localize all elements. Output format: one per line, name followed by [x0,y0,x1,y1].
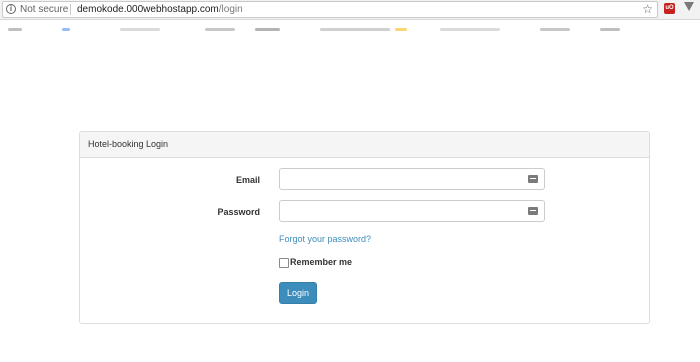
url-text[interactable]: demokode.000webhostapp.com/login [77,3,243,16]
bookmark-blur [440,28,500,31]
key-icon[interactable] [528,175,538,183]
panel-heading: Hotel-booking Login [80,132,649,158]
forgot-password-link[interactable]: Forgot your password? [279,234,371,244]
bookmarks-bar [0,20,700,42]
login-panel: Hotel-booking Login Email Password Forgo… [79,131,650,324]
password-field[interactable] [279,200,545,222]
bookmark-blur [62,28,70,31]
url-host: demokode.000webhostapp.com [77,4,219,15]
remember-label[interactable]: Remember me [290,257,352,267]
browser-address-bar: i Not secure demokode.000webhostapp.com/… [0,0,700,20]
security-label[interactable]: Not secure [20,3,68,16]
omnibox-divider [70,4,71,15]
ublock-extension-icon[interactable]: uO [664,3,675,14]
info-icon[interactable]: i [6,4,16,14]
star-icon[interactable]: ☆ [642,2,653,17]
bookmark-blur [255,28,280,31]
bookmark-blur [120,28,160,31]
bookmark-blur [540,28,570,31]
email-field[interactable] [279,168,545,190]
email-label: Email [235,175,260,185]
key-icon[interactable] [528,207,538,215]
omnibox[interactable]: i Not secure demokode.000webhostapp.com/… [2,1,658,18]
bookmark-blur [205,28,235,31]
bookmark-blur [600,28,620,31]
password-label: Password [217,207,260,217]
remember-checkbox[interactable] [279,258,289,268]
bookmark-blur [320,28,390,31]
bookmark-blur [395,28,407,31]
menu-icon[interactable] [684,2,694,11]
url-path: /login [218,4,243,15]
bookmark-blur [8,28,22,31]
login-button[interactable]: Login [279,282,317,304]
